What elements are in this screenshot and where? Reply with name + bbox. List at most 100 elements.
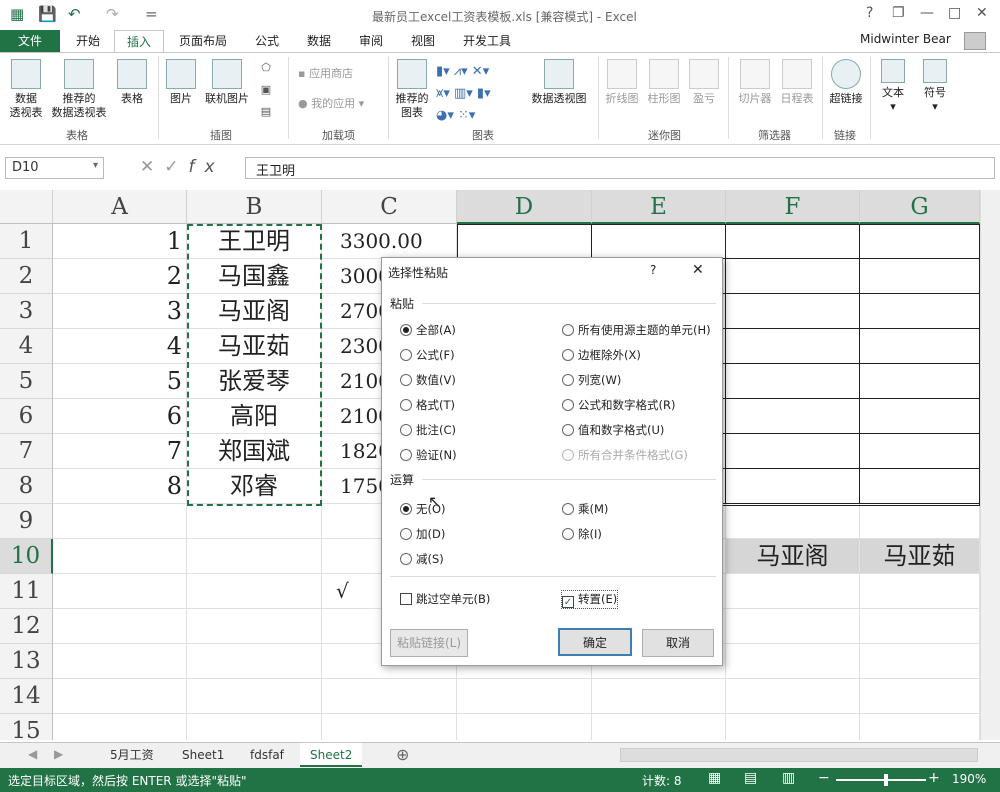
cell[interactable] bbox=[187, 504, 322, 539]
paste-option[interactable]: 验证(N) bbox=[400, 447, 457, 463]
cell[interactable] bbox=[187, 539, 322, 574]
row-header-7[interactable]: 7 bbox=[0, 434, 53, 469]
help-icon[interactable]: ? bbox=[650, 263, 656, 277]
row-header-5[interactable]: 5 bbox=[0, 364, 53, 399]
cell[interactable] bbox=[187, 574, 322, 609]
paste-option[interactable]: 数值(V) bbox=[400, 372, 456, 388]
paste-option[interactable]: 边框除外(X) bbox=[562, 347, 641, 363]
slicer-button[interactable]: 切片器 bbox=[734, 59, 776, 106]
transpose-checkbox[interactable]: ✓ 转置(E) bbox=[560, 590, 619, 609]
cell[interactable]: 8 bbox=[53, 469, 187, 504]
cell[interactable] bbox=[457, 714, 592, 740]
cell[interactable] bbox=[322, 679, 457, 714]
cell[interactable] bbox=[860, 609, 980, 644]
cancel-icon[interactable]: ✕ bbox=[140, 157, 164, 177]
name-box[interactable]: D10 ▾ bbox=[5, 157, 104, 179]
column-header-b[interactable]: B bbox=[187, 190, 322, 224]
row-header-12[interactable]: 12 bbox=[0, 609, 53, 644]
column-header-g[interactable]: G bbox=[860, 190, 980, 224]
column-header-d[interactable]: D bbox=[457, 190, 592, 224]
cancel-button[interactable]: 取消 bbox=[642, 629, 714, 657]
tab-formulas[interactable]: 公式 bbox=[244, 30, 290, 52]
tab-home[interactable]: 开始 bbox=[62, 30, 114, 52]
smartart-icon[interactable]: ▣ bbox=[256, 83, 276, 97]
cell[interactable] bbox=[53, 679, 187, 714]
column-header-c[interactable]: C bbox=[322, 190, 457, 224]
row-header-14[interactable]: 14 bbox=[0, 679, 53, 714]
chart-type-icons[interactable]: ▮▾ ⩘▾ ✕▾ ⩙▾ ▥▾ ▮▾ ◕▾ ⁙▾ bbox=[436, 61, 528, 127]
paste-option[interactable]: 批注(C) bbox=[400, 422, 456, 438]
avatar[interactable] bbox=[964, 32, 986, 50]
operation-option[interactable]: 减(S) bbox=[400, 551, 444, 567]
screenshot-icon[interactable]: ▤ bbox=[256, 105, 276, 119]
cell[interactable] bbox=[457, 679, 592, 714]
zoom-slider[interactable] bbox=[836, 774, 926, 786]
tab-file[interactable]: 文件 bbox=[0, 30, 60, 52]
paste-option[interactable]: 格式(T) bbox=[400, 397, 455, 413]
select-all-corner[interactable] bbox=[0, 190, 53, 224]
paste-option[interactable]: 所有合并条件格式(G) bbox=[562, 447, 688, 463]
cell[interactable]: 6 bbox=[53, 399, 187, 434]
cell[interactable]: 4 bbox=[53, 329, 187, 364]
paste-option[interactable]: 值和数字格式(U) bbox=[562, 422, 664, 438]
app-store-button[interactable]: ▪ 应用商店 bbox=[298, 67, 353, 81]
row-header-1[interactable]: 1 bbox=[0, 224, 53, 259]
row-header-10[interactable]: 10 bbox=[0, 539, 53, 574]
chevron-down-icon[interactable]: ▾ bbox=[93, 160, 98, 171]
paste-option[interactable]: 所有使用源主题的单元(H) bbox=[562, 322, 711, 338]
hyperlink-button[interactable]: 超链接 bbox=[826, 59, 866, 106]
cell[interactable]: 2 bbox=[53, 259, 187, 294]
pivot-chart-button[interactable]: 数据透视图 bbox=[530, 59, 588, 106]
sheet-tab-fdsfaf[interactable]: fdsfaf bbox=[240, 743, 294, 767]
cell[interactable] bbox=[860, 679, 980, 714]
function-icon[interactable]: fx bbox=[189, 157, 225, 177]
tab-view[interactable]: 视图 bbox=[400, 30, 446, 52]
cell[interactable]: 3300.00 bbox=[322, 224, 457, 259]
text-button[interactable]: 文本 ▾ bbox=[876, 59, 910, 114]
normal-view-icon[interactable]: ▦ bbox=[708, 770, 721, 786]
redo-icon[interactable]: ↷ bbox=[106, 5, 119, 23]
paste-link-button[interactable]: 粘贴链接(L) bbox=[390, 629, 468, 657]
sheet-tab-sheet1[interactable]: Sheet1 bbox=[172, 743, 234, 767]
tab-developer[interactable]: 开发工具 bbox=[452, 30, 522, 52]
ribbon-display-icon[interactable]: ❐ bbox=[892, 5, 905, 21]
my-apps-button[interactable]: ● 我的应用 ▾ bbox=[298, 97, 364, 111]
page-layout-view-icon[interactable]: ▤ bbox=[744, 770, 757, 786]
skip-blanks-checkbox[interactable]: 跳过空单元(B) bbox=[400, 591, 490, 607]
pivot-table-button[interactable]: 数据 透视表 bbox=[6, 59, 46, 120]
cell[interactable] bbox=[53, 644, 187, 679]
cell[interactable] bbox=[592, 714, 726, 740]
maximize-icon[interactable]: □ bbox=[948, 5, 961, 21]
column-header-f[interactable]: F bbox=[726, 190, 860, 224]
cell[interactable]: 马亚茹 bbox=[860, 539, 980, 574]
prev-sheet-icon[interactable]: ◀ bbox=[28, 747, 37, 761]
row-header-9[interactable]: 9 bbox=[0, 504, 53, 539]
cell[interactable] bbox=[726, 714, 860, 740]
enter-check-icon[interactable]: ✓ bbox=[164, 157, 188, 177]
cell[interactable]: 7 bbox=[53, 434, 187, 469]
operation-option[interactable]: 加(D) bbox=[400, 526, 445, 542]
horizontal-scrollbar[interactable] bbox=[620, 748, 978, 762]
cell[interactable] bbox=[726, 644, 860, 679]
sparkline-winloss-button[interactable]: 盈亏 bbox=[686, 59, 722, 106]
cell[interactable] bbox=[53, 574, 187, 609]
ok-button[interactable]: 确定 bbox=[558, 628, 632, 656]
row-header-13[interactable]: 13 bbox=[0, 644, 53, 679]
recommended-pivot-button[interactable]: 推荐的 数据透视表 bbox=[50, 59, 108, 120]
operation-option[interactable]: 除(I) bbox=[562, 526, 602, 542]
paste-option[interactable]: 公式(F) bbox=[400, 347, 455, 363]
tab-page-layout[interactable]: 页面布局 bbox=[166, 30, 240, 52]
shapes-icon[interactable]: ⬠ bbox=[256, 61, 276, 75]
cell[interactable] bbox=[860, 574, 980, 609]
close-window-icon[interactable]: ✕ bbox=[976, 5, 988, 21]
picture-button[interactable]: 图片 bbox=[164, 59, 198, 106]
close-icon[interactable]: ✕ bbox=[692, 262, 704, 278]
tab-data[interactable]: 数据 bbox=[296, 30, 342, 52]
add-sheet-icon[interactable]: ⊕ bbox=[396, 745, 409, 764]
page-break-view-icon[interactable]: ▥ bbox=[782, 770, 795, 786]
cell[interactable] bbox=[53, 714, 187, 740]
column-header-a[interactable]: A bbox=[53, 190, 187, 224]
cell[interactable]: 5 bbox=[53, 364, 187, 399]
cell[interactable] bbox=[592, 679, 726, 714]
symbol-button[interactable]: 符号 ▾ bbox=[918, 59, 952, 114]
